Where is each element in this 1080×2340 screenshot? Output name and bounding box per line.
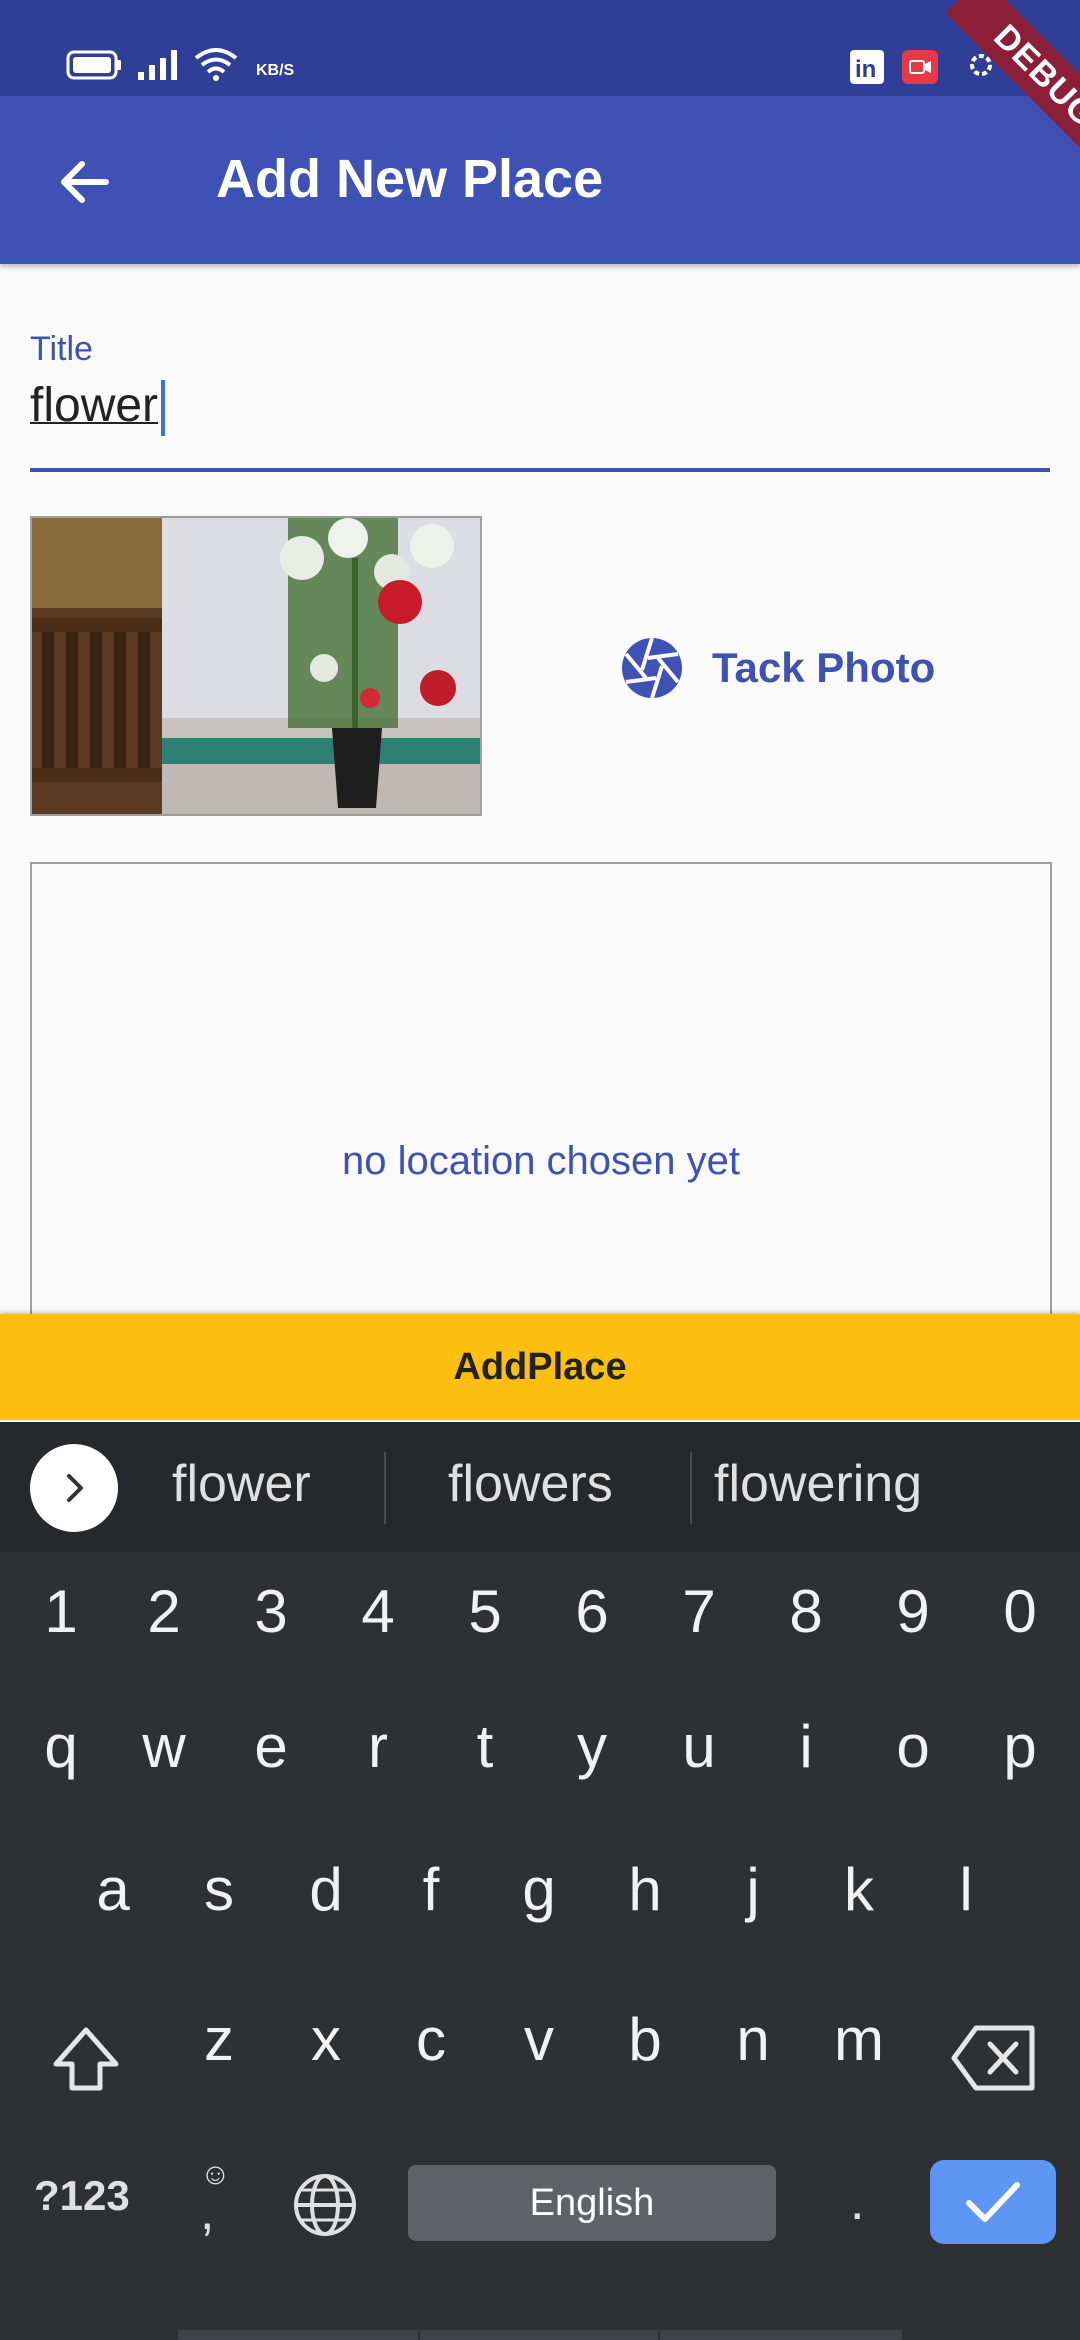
wifi-icon (194, 48, 238, 81)
title-field[interactable]: flower (30, 378, 158, 433)
key-z[interactable]: z (174, 2005, 264, 2074)
key-9[interactable]: 9 (868, 1577, 958, 1646)
battery-icon (66, 50, 121, 80)
handle-separator (658, 2330, 660, 2340)
enter-key[interactable] (930, 2160, 1056, 2244)
key-i[interactable]: i (761, 1712, 851, 1781)
soft-keyboard: flower flowers flowering 1 2 3 4 5 6 7 8… (0, 1422, 1080, 2340)
key-r[interactable]: r (333, 1712, 423, 1781)
key-j[interactable]: j (708, 1855, 798, 1924)
handle-separator (418, 2330, 420, 2340)
key-m[interactable]: m (814, 2005, 904, 2074)
key-8[interactable]: 8 (761, 1577, 851, 1646)
title-field-underline (30, 468, 1050, 472)
suggestion-bar: flower flowers flowering (0, 1422, 1080, 1552)
take-photo-button[interactable]: Tack Photo (620, 626, 935, 710)
add-place-button[interactable]: AddPlace (0, 1314, 1080, 1420)
key-o[interactable]: o (868, 1712, 958, 1781)
signal-icon (138, 50, 177, 80)
key-g[interactable]: g (494, 1855, 584, 1924)
text-cursor (161, 380, 165, 436)
key-c[interactable]: c (386, 2005, 476, 2074)
key-1[interactable]: 1 (16, 1577, 106, 1646)
suggestion-2[interactable]: flowers (448, 1454, 613, 1514)
keyboard-handle (178, 2330, 902, 2340)
page-title: Add New Place (216, 149, 604, 209)
shift-icon[interactable] (46, 2020, 126, 2100)
comma-key[interactable]: , (200, 2182, 214, 2242)
key-l[interactable]: l (921, 1855, 1011, 1924)
chevron-right-icon (67, 1474, 83, 1502)
key-6[interactable]: 6 (547, 1577, 637, 1646)
key-w[interactable]: w (119, 1712, 209, 1781)
key-d[interactable]: d (281, 1855, 371, 1924)
period-key[interactable]: . (850, 2172, 864, 2232)
key-v[interactable]: v (494, 2005, 584, 2074)
key-b[interactable]: b (600, 2005, 690, 2074)
arrow-back-icon[interactable] (52, 150, 116, 214)
key-p[interactable]: p (975, 1712, 1065, 1781)
svg-text:in: in (855, 56, 876, 83)
take-photo-label: Tack Photo (712, 644, 936, 691)
key-u[interactable]: u (654, 1712, 744, 1781)
key-f[interactable]: f (386, 1855, 476, 1924)
key-2[interactable]: 2 (119, 1577, 209, 1646)
photo-preview (30, 516, 482, 816)
key-k[interactable]: k (814, 1855, 904, 1924)
globe-icon[interactable] (290, 2170, 360, 2240)
key-e[interactable]: e (226, 1712, 316, 1781)
camera-shutter-icon (622, 637, 682, 699)
symbols-key[interactable]: ?123 (34, 2172, 130, 2220)
screen-record-icon (902, 50, 938, 84)
title-field-label: Title (30, 330, 93, 368)
expand-suggestions-button[interactable] (30, 1444, 118, 1532)
status-bar: KB/S in (0, 0, 1080, 96)
key-n[interactable]: n (708, 2005, 798, 2074)
linkedin-icon: in (850, 50, 884, 84)
key-q[interactable]: q (16, 1712, 106, 1781)
app-bar: Add New Place (0, 96, 1080, 264)
suggestion-3[interactable]: flowering (714, 1454, 922, 1514)
backspace-icon[interactable] (950, 2022, 1038, 2094)
suggestion-divider (690, 1452, 692, 1524)
key-h[interactable]: h (600, 1855, 690, 1924)
key-5[interactable]: 5 (440, 1577, 530, 1646)
location-placeholder: no location chosen yet (341, 1139, 741, 1183)
key-0[interactable]: 0 (975, 1577, 1065, 1646)
key-x[interactable]: x (281, 2005, 371, 2074)
key-a[interactable]: a (68, 1855, 158, 1924)
checkmark-icon (966, 2182, 1020, 2222)
key-y[interactable]: y (547, 1712, 637, 1781)
network-speed-unit: KB/S (256, 62, 295, 79)
key-4[interactable]: 4 (333, 1577, 423, 1646)
flower-photo-image (32, 518, 480, 814)
key-3[interactable]: 3 (226, 1577, 316, 1646)
key-7[interactable]: 7 (654, 1577, 744, 1646)
space-key[interactable]: English (408, 2165, 776, 2241)
key-s[interactable]: s (174, 1855, 264, 1924)
suggestion-1[interactable]: flower (172, 1454, 311, 1514)
location-preview: no location chosen yet (30, 862, 1052, 1336)
suggestion-divider (384, 1452, 386, 1524)
key-t[interactable]: t (440, 1712, 530, 1781)
